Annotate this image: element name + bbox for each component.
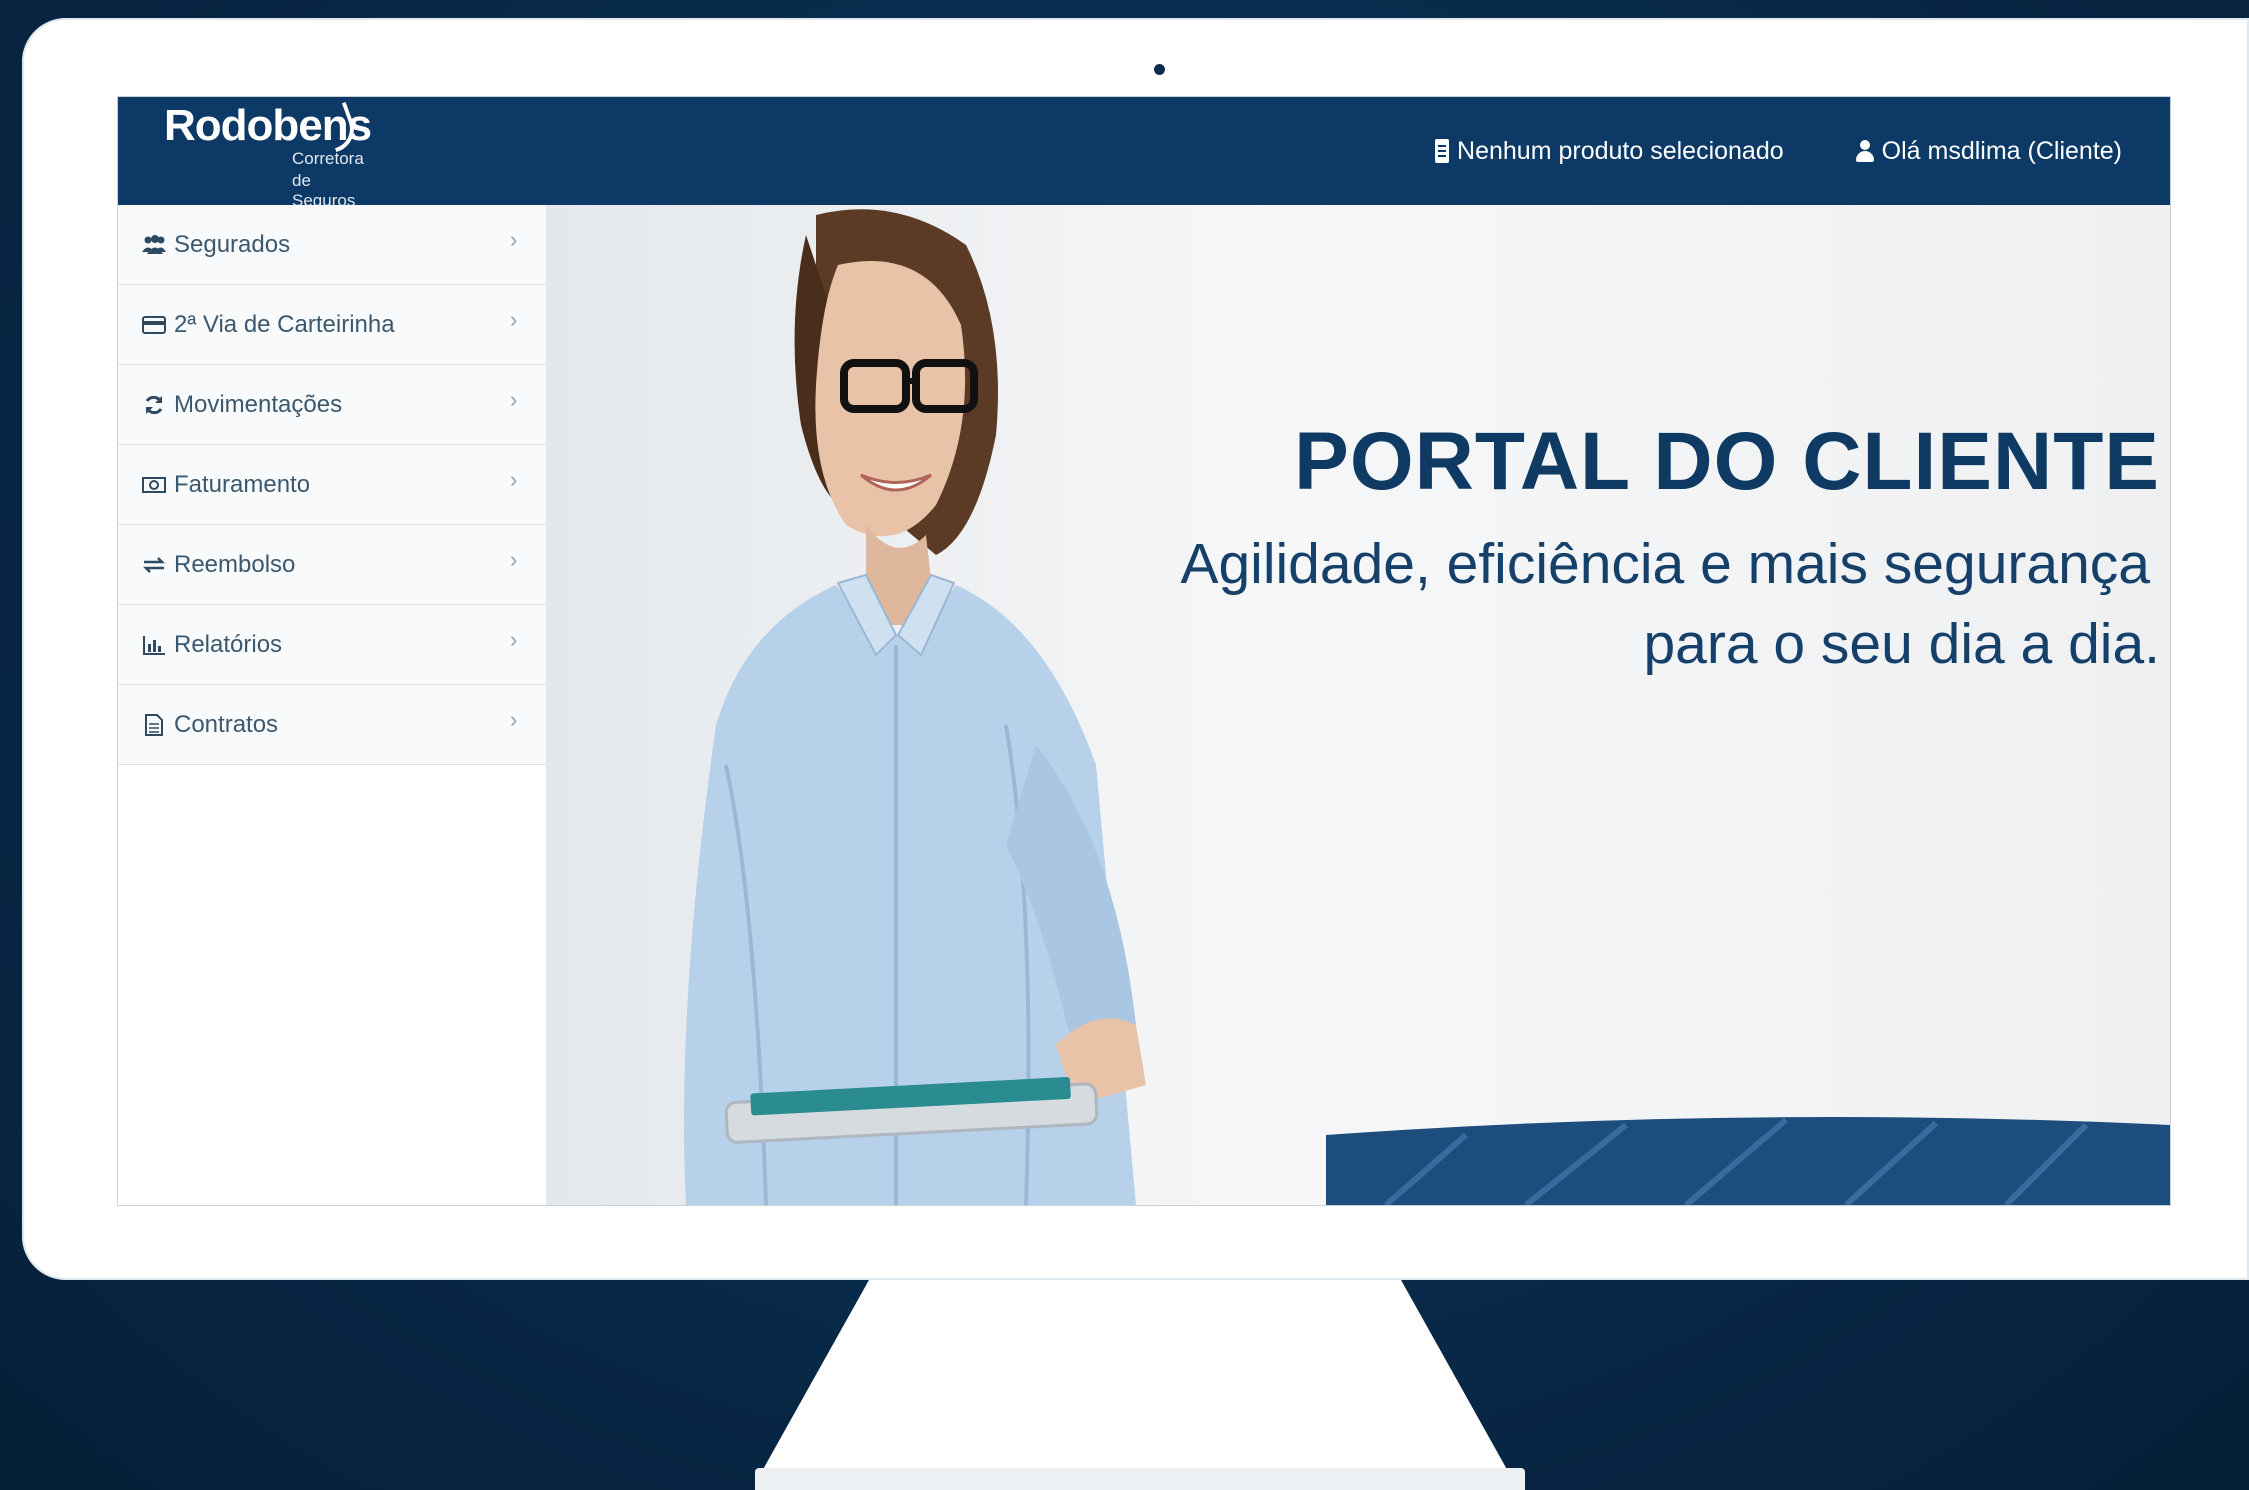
top-navbar: Rodobens Corretora de Seguros Nenhum pro… xyxy=(118,97,2170,210)
browser-screen: Rodobens Corretora de Seguros Nenhum pro… xyxy=(117,96,2171,1206)
sidebar-item-relatorios[interactable]: Relatórios › xyxy=(118,605,546,685)
sidebar-item-label: Relatórios xyxy=(174,630,283,658)
sidebar-item-faturamento[interactable]: Faturamento › xyxy=(118,445,546,525)
sidebar-item-movimentacoes[interactable]: Movimentações › xyxy=(118,365,546,445)
camera-dot xyxy=(1154,64,1165,75)
sidebar-item-reembolso[interactable]: Reembolso › xyxy=(118,525,546,605)
product-selector-label: Nenhum produto selecionado xyxy=(1457,136,1784,165)
user-menu-label: Olá msdlima (Cliente) xyxy=(1881,136,2122,165)
sidebar-item-carteirinha[interactable]: 2ª Via de Carteirinha › xyxy=(118,285,546,365)
chevron-right-icon: › xyxy=(510,627,518,652)
brand-subtitle-1: Corretora xyxy=(292,149,364,168)
document-icon xyxy=(1435,139,1450,163)
users-icon xyxy=(142,233,166,257)
chevron-right-icon: › xyxy=(510,467,518,492)
sidebar-item-label: 2ª Via de Carteirinha xyxy=(174,310,395,338)
user-menu[interactable]: Olá msdlima (Cliente) xyxy=(1855,136,2122,166)
card-icon xyxy=(142,313,166,337)
sidebar-item-segurados[interactable]: Segurados › xyxy=(118,205,546,285)
chevron-right-icon: › xyxy=(510,547,518,572)
sidebar-item-label: Contratos xyxy=(174,710,279,738)
sidebar-item-label: Segurados xyxy=(174,230,291,258)
money-icon xyxy=(142,473,166,497)
monitor-stand xyxy=(755,1280,1515,1484)
sidebar-item-label: Faturamento xyxy=(174,470,311,498)
chevron-right-icon: › xyxy=(510,227,518,252)
sidebar-item-label: Reembolso xyxy=(174,550,296,578)
monitor-stand-base xyxy=(755,1468,1525,1490)
hero-banner: PORTAL DO CLIENTE Agilidade, eficiência … xyxy=(546,205,2170,1205)
hero-title: PORTAL DO CLIENTE xyxy=(1294,416,2160,507)
product-selector[interactable]: Nenhum produto selecionado xyxy=(1435,137,1784,166)
top-nav: Nenhum produto selecionado Olá msdlima (… xyxy=(1435,97,2170,205)
hero-woman-illustration xyxy=(684,209,1146,1205)
bar-chart-icon xyxy=(142,633,166,657)
brand-logo[interactable]: Rodobens Corretora de Seguros xyxy=(164,101,372,210)
chevron-right-icon: › xyxy=(510,707,518,732)
sidebar-menu: Segurados › 2ª Via de Carteirinha › Movi… xyxy=(118,205,547,1205)
chevron-right-icon: › xyxy=(510,307,518,332)
hero-subtitle-line1: Agilidade, eficiência e mais segurança xyxy=(1180,532,2150,596)
decorative-band xyxy=(1326,1117,2170,1205)
file-icon xyxy=(142,713,166,737)
hero-subtitle-line2: para o seu dia a dia. xyxy=(1643,612,2160,676)
sidebar-item-label: Movimentações xyxy=(174,390,343,418)
chevron-right-icon: › xyxy=(510,387,518,412)
sidebar-item-contratos[interactable]: Contratos › xyxy=(118,685,546,765)
exchange-icon xyxy=(142,553,166,577)
user-icon xyxy=(1855,140,1874,162)
refresh-icon xyxy=(142,393,166,417)
